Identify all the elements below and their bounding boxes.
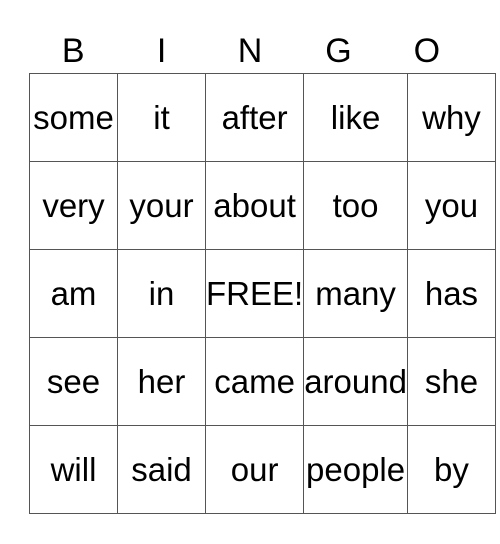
bingo-cell[interactable]: in xyxy=(117,249,206,338)
bingo-cell[interactable]: her xyxy=(117,337,206,426)
bingo-cell[interactable]: has xyxy=(406,249,496,338)
grid-row: see her came around she xyxy=(29,337,496,426)
grid-row: some it after like why xyxy=(29,73,496,162)
header-letter-b: B xyxy=(61,32,85,70)
header-letter-i: I xyxy=(156,32,167,70)
free-space-cell[interactable]: FREE! xyxy=(204,249,305,338)
bingo-cell[interactable]: our xyxy=(204,425,305,514)
bingo-cell[interactable]: like xyxy=(303,73,408,162)
header-letter-o: O xyxy=(413,32,441,70)
bingo-cell[interactable]: your xyxy=(117,161,206,250)
bingo-cell[interactable]: she xyxy=(406,337,496,426)
bingo-header: B I N G O xyxy=(29,30,471,73)
bingo-cell[interactable]: some xyxy=(29,73,118,162)
header-letter-n: N xyxy=(237,32,263,70)
grid-row: am in FREE! many has xyxy=(29,249,496,338)
bingo-cell[interactable]: many xyxy=(303,249,408,338)
bingo-cell[interactable]: very xyxy=(29,161,118,250)
grid-row: very your about too you xyxy=(29,161,496,250)
bingo-cell[interactable]: by xyxy=(406,425,496,514)
bingo-cell[interactable]: about xyxy=(204,161,305,250)
bingo-cell[interactable]: people xyxy=(303,425,408,514)
bingo-cell[interactable]: am xyxy=(29,249,118,338)
bingo-cell[interactable]: after xyxy=(204,73,305,162)
bingo-cell[interactable]: you xyxy=(406,161,496,250)
bingo-cell[interactable]: came xyxy=(204,337,305,426)
bingo-cell[interactable]: too xyxy=(303,161,408,250)
bingo-cell[interactable]: will xyxy=(29,425,118,514)
bingo-cell[interactable]: around xyxy=(303,337,408,426)
bingo-cell[interactable]: see xyxy=(29,337,118,426)
header-letter-g: G xyxy=(325,32,352,70)
bingo-cell[interactable]: it xyxy=(117,73,206,162)
bingo-grid: some it after like why very your about t… xyxy=(29,73,496,514)
bingo-cell[interactable]: said xyxy=(117,425,206,514)
bingo-cell[interactable]: why xyxy=(406,73,496,162)
grid-row: will said our people by xyxy=(29,425,496,514)
